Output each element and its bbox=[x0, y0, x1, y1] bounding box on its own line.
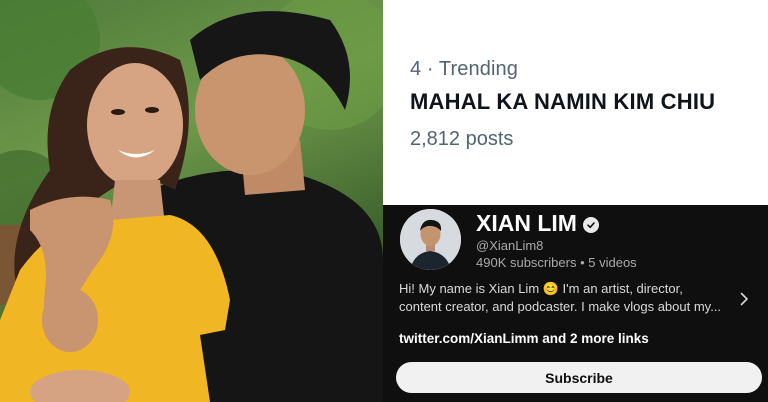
verified-check-icon bbox=[582, 216, 599, 233]
channel-links[interactable]: twitter.com/XianLimm and 2 more links bbox=[399, 331, 649, 346]
subscriber-count: 490K subscribers bbox=[476, 255, 577, 270]
avatar-portrait bbox=[400, 209, 461, 270]
chevron-right-icon[interactable] bbox=[739, 292, 749, 311]
channel-stats: 490K subscribers • 5 videos bbox=[476, 255, 637, 270]
couple-photo-illustration bbox=[0, 0, 383, 402]
trend-topic-title[interactable]: MAHAL KA NAMIN KIM CHIU bbox=[410, 89, 715, 115]
stats-separator: • bbox=[580, 255, 585, 270]
video-count: 5 videos bbox=[588, 255, 637, 270]
subscribe-button[interactable]: Subscribe bbox=[396, 362, 762, 393]
channel-handle: @XianLim8 bbox=[476, 238, 544, 253]
trending-card[interactable]: 4 · Trending MAHAL KA NAMIN KIM CHIU 2,8… bbox=[383, 0, 768, 205]
channel-description[interactable]: Hi! My name is Xian Lim 😊 I'm an artist,… bbox=[399, 280, 729, 316]
trend-rank-label: 4 · Trending bbox=[410, 58, 518, 80]
trend-post-count: 2,812 posts bbox=[410, 128, 514, 150]
channel-header: XIAN LIM @XianLim8 490K subscribers • 5 … bbox=[383, 205, 768, 402]
avatar[interactable] bbox=[400, 209, 461, 270]
channel-name[interactable]: XIAN LIM bbox=[476, 210, 599, 237]
channel-name-text: XIAN LIM bbox=[476, 210, 577, 236]
couple-photo bbox=[0, 0, 383, 402]
